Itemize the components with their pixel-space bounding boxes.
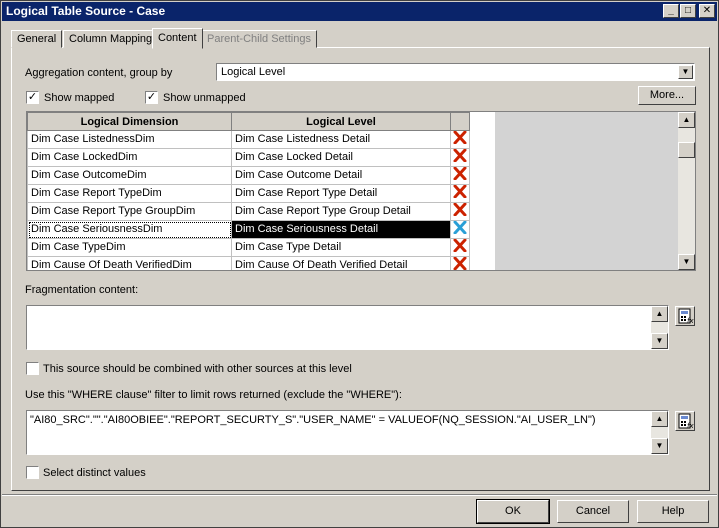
combine-sources-label: This source should be combined with othe… [43, 363, 352, 375]
cell-logical-dimension[interactable]: Dim Cause Of Death VerifiedDim [27, 256, 232, 270]
cell-logical-dimension[interactable]: Dim Case TypeDim [27, 238, 232, 257]
dropdown-arrow-icon[interactable]: ▼ [678, 65, 693, 79]
table-row[interactable]: Dim Case Report Type GroupDim Dim Case Re… [27, 202, 470, 221]
delete-row-button[interactable] [450, 184, 470, 203]
calculator-icon: fx [678, 308, 694, 325]
cell-logical-level[interactable]: Dim Case Locked Detail [231, 148, 451, 167]
cell-logical-dimension[interactable]: Dim Case Report Type GroupDim [27, 202, 232, 221]
delete-x-icon [453, 185, 467, 199]
more-button[interactable]: More... [638, 86, 696, 105]
where-clause-scrollbar[interactable]: ▲ ▼ [651, 411, 668, 454]
title-bar[interactable]: Logical Table Source - Case _ □ ✕ [2, 2, 717, 21]
table-row[interactable]: Dim Case SeriousnessDim Dim Case Seriousn… [27, 220, 470, 239]
delete-x-icon [453, 149, 467, 163]
delete-row-button[interactable] [450, 130, 470, 149]
cell-logical-level[interactable]: Dim Case Listedness Detail [231, 130, 451, 149]
table-row[interactable]: Dim Case TypeDim Dim Case Type Detail [27, 238, 470, 257]
fragmentation-scrollbar[interactable]: ▲ ▼ [651, 306, 668, 349]
scroll-down-icon[interactable]: ▼ [651, 438, 668, 454]
scroll-up-icon[interactable]: ▲ [678, 112, 695, 128]
cell-logical-dimension[interactable]: Dim Case OutcomeDim [27, 166, 232, 185]
help-button[interactable]: Help [637, 500, 709, 523]
scroll-down-icon[interactable]: ▼ [651, 333, 668, 349]
cell-logical-level[interactable]: Dim Case Outcome Detail [231, 166, 451, 185]
delete-row-button[interactable] [450, 148, 470, 167]
dimension-level-grid[interactable]: Logical Dimension Logical Level Dim Case… [26, 111, 696, 271]
scroll-up-icon[interactable]: ▲ [651, 306, 668, 322]
delete-row-button[interactable] [450, 202, 470, 221]
delete-x-icon [453, 257, 467, 270]
close-button[interactable]: ✕ [699, 4, 715, 18]
header-delete [450, 112, 470, 131]
tab-content[interactable]: Content [152, 28, 203, 49]
where-clause-label: Use this "WHERE clause" filter to limit … [25, 389, 402, 401]
delete-x-icon [453, 203, 467, 217]
delete-x-icon [453, 239, 467, 253]
delete-row-button[interactable] [450, 166, 470, 185]
table-row[interactable]: Dim Case LockedDim Dim Case Locked Detail [27, 148, 470, 167]
ok-button[interactable]: OK [476, 499, 550, 524]
select-distinct-checkbox[interactable] [26, 466, 39, 479]
cell-logical-level[interactable]: Dim Case Seriousness Detail [231, 220, 451, 239]
cell-logical-level[interactable]: Dim Case Type Detail [231, 238, 451, 257]
header-logical-dimension[interactable]: Logical Dimension [27, 112, 232, 131]
maximize-button[interactable]: □ [680, 4, 696, 18]
fragmentation-input[interactable]: ▲ ▼ [26, 305, 669, 350]
show-unmapped-checkbox[interactable]: ✓ [145, 91, 158, 104]
where-clause-input[interactable]: "AI80_SRC".""."AI80OBIEE"."REPORT_SECURT… [26, 410, 669, 455]
cell-logical-level[interactable]: Dim Case Report Type Detail [231, 184, 451, 203]
scroll-up-icon[interactable]: ▲ [651, 411, 668, 427]
aggregation-label: Aggregation content, group by [25, 67, 173, 79]
cell-logical-level[interactable]: Dim Case Report Type Group Detail [231, 202, 451, 221]
delete-row-button[interactable] [450, 238, 470, 257]
cell-logical-level[interactable]: Dim Cause Of Death Verified Detail [231, 256, 451, 270]
table-row[interactable]: Dim Case Report TypeDim Dim Case Report T… [27, 184, 470, 203]
select-distinct-label: Select distinct values [43, 467, 146, 479]
fragmentation-label: Fragmentation content: [25, 284, 139, 296]
delete-x-icon [453, 167, 467, 181]
scroll-down-icon[interactable]: ▼ [678, 254, 695, 270]
expression-builder-fragmentation-button[interactable]: fx [675, 306, 695, 326]
delete-row-button[interactable] [450, 220, 470, 239]
delete-x-icon [453, 221, 467, 235]
cell-logical-dimension[interactable]: Dim Case SeriousnessDim [27, 220, 232, 239]
grid-table: Logical Dimension Logical Level Dim Case… [27, 112, 470, 270]
dialog-window: Logical Table Source - Case _ □ ✕ Genera… [0, 0, 719, 528]
calculator-icon: fx [678, 413, 694, 430]
combine-sources-checkbox[interactable] [26, 362, 39, 375]
table-row[interactable]: Dim Case OutcomeDim Dim Case Outcome Deta… [27, 166, 470, 185]
minimize-button[interactable]: _ [663, 4, 679, 18]
cancel-button[interactable]: Cancel [557, 500, 629, 523]
footer-separator [2, 494, 717, 496]
show-mapped-label: Show mapped [44, 92, 115, 104]
grid-empty-area [495, 112, 678, 270]
aggregation-select[interactable]: Logical Level ▼ [216, 63, 695, 81]
cell-logical-dimension[interactable]: Dim Case ListednessDim [27, 130, 232, 149]
expression-builder-where-button[interactable]: fx [675, 411, 695, 431]
scroll-thumb[interactable] [678, 142, 695, 158]
delete-row-button[interactable] [450, 256, 470, 270]
tab-general[interactable]: General [11, 30, 63, 48]
window-title: Logical Table Source - Case [6, 4, 166, 18]
show-unmapped-label: Show unmapped [163, 92, 246, 104]
delete-x-icon [453, 131, 467, 145]
show-mapped-checkbox[interactable]: ✓ [26, 91, 39, 104]
cell-logical-dimension[interactable]: Dim Case Report TypeDim [27, 184, 232, 203]
tab-parent-child-settings: Parent-Child Settings [201, 30, 317, 48]
svg-text:fx: fx [687, 422, 694, 430]
cell-logical-dimension[interactable]: Dim Case LockedDim [27, 148, 232, 167]
table-row[interactable]: Dim Cause Of Death VerifiedDim Dim Cause … [27, 256, 470, 270]
svg-text:fx: fx [687, 317, 694, 325]
grid-vertical-scrollbar[interactable]: ▲ ▼ [678, 112, 695, 270]
where-clause-value: "AI80_SRC".""."AI80OBIEE"."REPORT_SECURT… [30, 414, 596, 426]
table-row[interactable]: Dim Case ListednessDim Dim Case Listednes… [27, 130, 470, 149]
tab-column-mapping[interactable]: Column Mapping [63, 30, 159, 48]
aggregation-value: Logical Level [221, 66, 286, 78]
header-logical-level[interactable]: Logical Level [231, 112, 451, 131]
